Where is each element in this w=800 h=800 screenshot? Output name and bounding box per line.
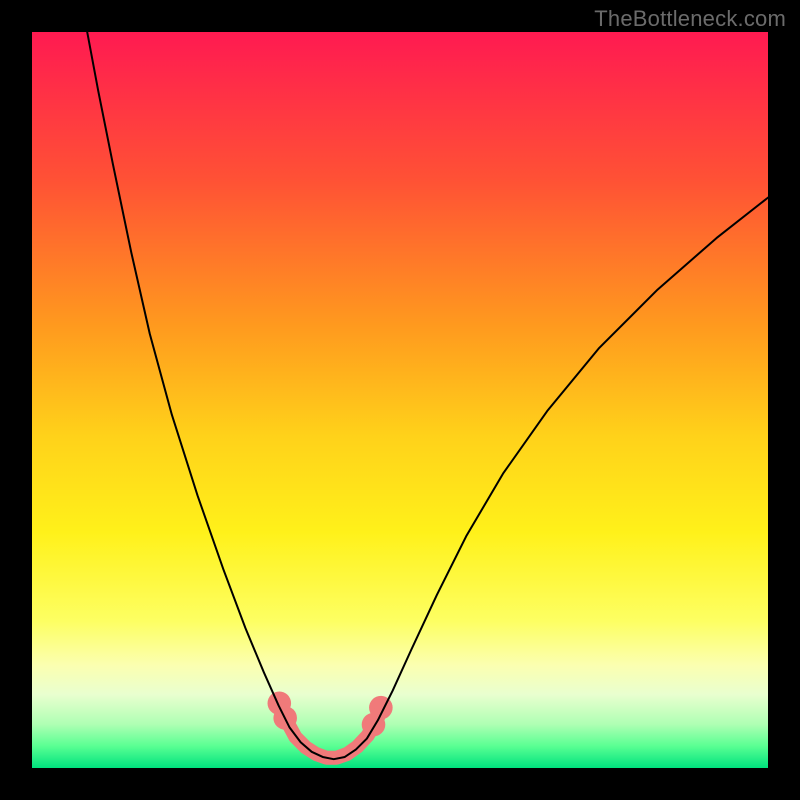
watermark-text: TheBottleneck.com bbox=[594, 6, 786, 32]
plot-area bbox=[32, 32, 768, 768]
chart-svg bbox=[32, 32, 768, 768]
gradient-background bbox=[32, 32, 768, 768]
frame: TheBottleneck.com bbox=[0, 0, 800, 800]
